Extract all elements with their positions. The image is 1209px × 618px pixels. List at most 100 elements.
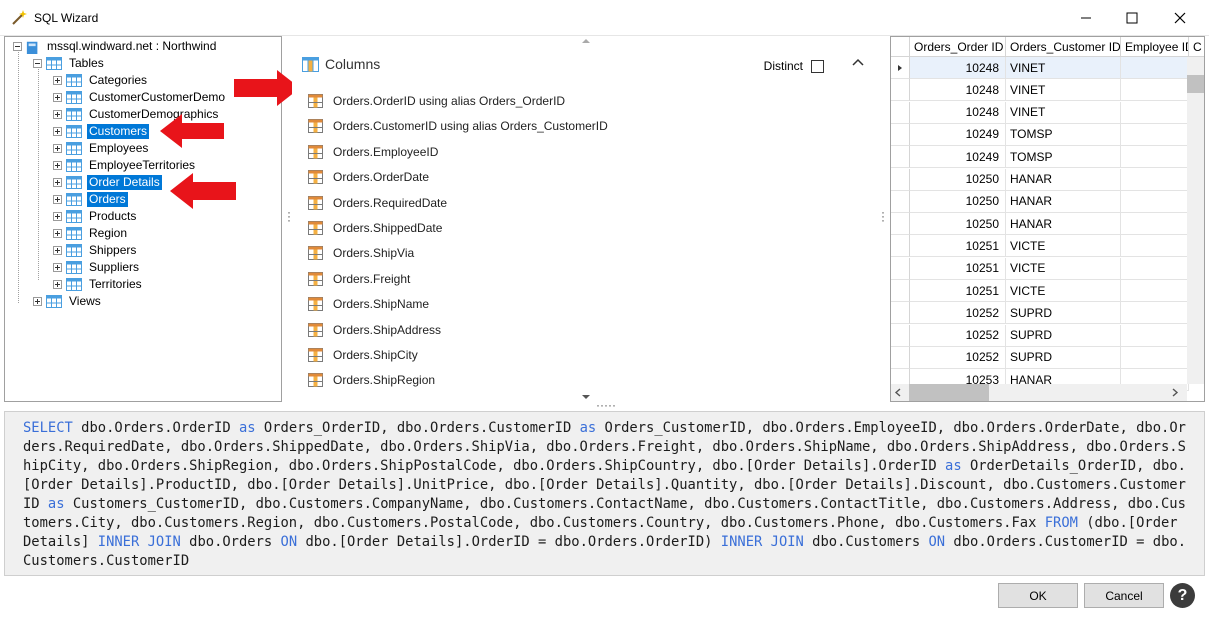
grid-cell[interactable]: 10248 — [910, 101, 1006, 124]
grid-row-header[interactable] — [891, 235, 910, 258]
ok-button[interactable]: OK — [998, 583, 1078, 608]
grid-row-header[interactable] — [891, 190, 910, 213]
tree-node-table[interactable]: Categories — [53, 72, 149, 89]
expand-icon[interactable] — [53, 110, 62, 119]
collapse-icon[interactable] — [13, 42, 22, 51]
grid-row-header[interactable] — [891, 123, 910, 146]
grid-cell[interactable] — [1121, 257, 1189, 280]
grid-cell[interactable] — [1121, 235, 1189, 258]
grid-row-header[interactable] — [891, 324, 910, 347]
grid-cell[interactable]: VINET — [1006, 57, 1121, 79]
grid-cell[interactable] — [1121, 146, 1189, 169]
scroll-left-icon[interactable] — [894, 388, 902, 397]
grid-cell[interactable] — [1121, 324, 1189, 347]
grid-cell[interactable]: VINET — [1006, 101, 1121, 124]
tree-node-tables[interactable]: Tables — [33, 55, 106, 72]
grid-cell[interactable]: 10250 — [910, 213, 1006, 236]
tree-node-table[interactable]: CustomerCustomerDemo — [53, 89, 227, 106]
expand-icon[interactable] — [53, 263, 62, 272]
grid-cell[interactable]: 10252 — [910, 346, 1006, 369]
close-button[interactable] — [1157, 0, 1203, 36]
grid-cell[interactable]: SUPRD — [1006, 302, 1121, 325]
grid-cell[interactable]: 10249 — [910, 146, 1006, 169]
column-item[interactable]: Orders.ShippedDate — [308, 218, 442, 238]
expand-icon[interactable] — [53, 178, 62, 187]
horizontal-splitter-handle[interactable]: ····· — [596, 399, 616, 411]
expand-icon[interactable] — [53, 195, 62, 204]
column-item[interactable]: Orders.ShipVia — [308, 243, 414, 263]
chevron-up-icon[interactable] — [852, 58, 864, 66]
expand-icon[interactable] — [53, 93, 62, 102]
grid-cell[interactable]: VICTE — [1006, 235, 1121, 258]
grid-cell[interactable]: 10249 — [910, 123, 1006, 146]
grid-row-header[interactable] — [891, 168, 910, 191]
tree-node-table[interactable]: Orders — [53, 191, 128, 208]
grid-row-header[interactable] — [891, 257, 910, 280]
grid-cell[interactable]: HANAR — [1006, 190, 1121, 213]
grid-row-header[interactable] — [891, 79, 910, 102]
splitter-handle[interactable]: · · · — [287, 206, 291, 226]
tree-node-table[interactable]: Employees — [53, 140, 150, 157]
grid-header-cell[interactable]: Orders_Order ID — [910, 37, 1006, 57]
grid-cell[interactable]: HANAR — [1006, 213, 1121, 236]
tree-node-table[interactable]: Products — [53, 208, 138, 225]
grid-cell[interactable] — [1121, 280, 1189, 302]
grid-cell[interactable] — [1121, 190, 1189, 213]
preview-grid[interactable]: Orders_Order ID Orders_Customer ID Emplo… — [890, 36, 1205, 402]
grid-header-cell[interactable]: Employee ID — [1121, 37, 1189, 57]
grid-row-header[interactable] — [891, 57, 910, 79]
grid-cell[interactable] — [1121, 123, 1189, 146]
grid-row-header[interactable] — [891, 101, 910, 124]
minimize-button[interactable] — [1063, 0, 1109, 36]
sql-text[interactable]: SELECT dbo.Orders.OrderID as Orders_Orde… — [4, 411, 1205, 576]
grid-row-header[interactable] — [891, 213, 910, 236]
tree-node-table[interactable]: Region — [53, 225, 129, 242]
scroll-up-icon[interactable] — [582, 38, 590, 44]
grid-cell[interactable] — [1121, 57, 1189, 79]
grid-cell[interactable] — [1121, 302, 1189, 325]
cancel-button[interactable]: Cancel — [1084, 583, 1164, 608]
grid-cell[interactable]: TOMSP — [1006, 146, 1121, 169]
scroll-right-icon[interactable] — [1171, 388, 1179, 397]
column-item[interactable]: Orders.ShipAddress — [308, 320, 441, 340]
grid-cell[interactable]: HANAR — [1006, 168, 1121, 191]
column-item[interactable]: Orders.EmployeeID — [308, 142, 438, 162]
expand-icon[interactable] — [53, 246, 62, 255]
scroll-down-icon[interactable] — [582, 394, 590, 400]
grid-header-cell[interactable]: Orders_Customer ID — [1006, 37, 1121, 57]
grid-cell[interactable] — [1121, 213, 1189, 236]
grid-vertical-scrollbar[interactable] — [1187, 57, 1204, 384]
grid-cell[interactable] — [1121, 346, 1189, 369]
grid-cell[interactable]: VINET — [1006, 79, 1121, 102]
column-item[interactable]: Orders.RequiredDate — [308, 193, 447, 213]
tree-node-table[interactable]: Suppliers — [53, 259, 141, 276]
column-item[interactable]: Orders.Freight — [308, 269, 410, 289]
tree-node-views[interactable]: Views — [33, 293, 103, 310]
grid-row-header[interactable] — [891, 302, 910, 325]
expand-icon[interactable] — [33, 297, 42, 306]
expand-icon[interactable] — [53, 144, 62, 153]
grid-header-cell[interactable]: C — [1189, 37, 1204, 57]
tree-node-table[interactable]: Shippers — [53, 242, 138, 259]
column-item[interactable]: Orders.ShipCity — [308, 345, 418, 365]
grid-cell[interactable]: 10252 — [910, 302, 1006, 325]
expand-icon[interactable] — [53, 161, 62, 170]
expand-icon[interactable] — [53, 280, 62, 289]
column-item[interactable]: Orders.OrderDate — [308, 167, 429, 187]
grid-cell[interactable] — [1121, 168, 1189, 191]
grid-cell[interactable]: 10251 — [910, 280, 1006, 302]
maximize-button[interactable] — [1109, 0, 1155, 36]
splitter-handle[interactable]: · · · — [881, 206, 885, 226]
tree-node-table[interactable]: Customers — [53, 123, 150, 140]
expand-icon[interactable] — [53, 212, 62, 221]
grid-cell[interactable]: TOMSP — [1006, 123, 1121, 146]
grid-row-header[interactable] — [891, 146, 910, 169]
expand-icon[interactable] — [53, 127, 62, 136]
grid-cell[interactable]: 10252 — [910, 324, 1006, 347]
grid-cell[interactable]: VICTE — [1006, 257, 1121, 280]
grid-cell[interactable]: 10248 — [910, 57, 1006, 79]
tree-node-table[interactable]: Territories — [53, 276, 144, 293]
column-item[interactable]: Orders.CustomerID using alias Orders_Cus… — [308, 116, 608, 136]
grid-horizontal-scrollbar[interactable] — [891, 384, 1187, 401]
grid-cell[interactable]: SUPRD — [1006, 346, 1121, 369]
